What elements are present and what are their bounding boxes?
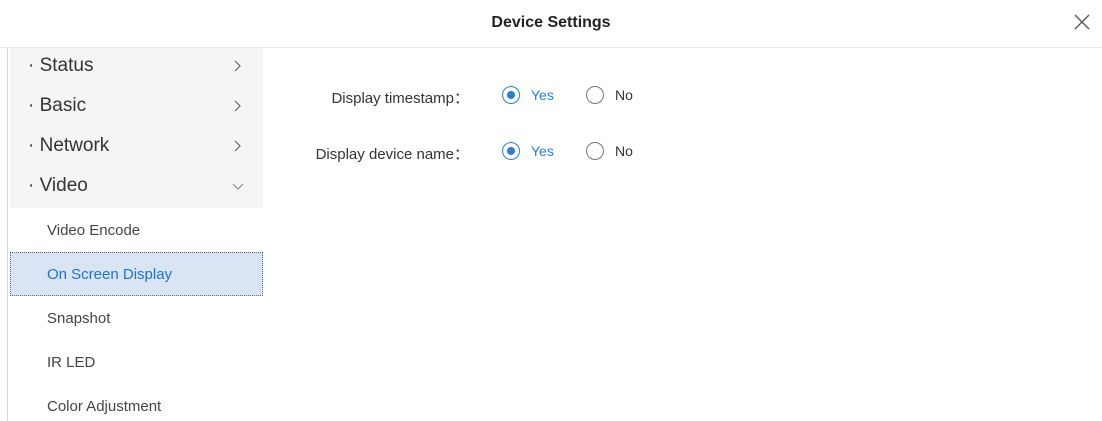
sidebar-item-label: IR LED xyxy=(47,354,96,371)
device-name-setting-row: Display device name： Yes No xyxy=(280,140,780,164)
title-bar: Device Settings xyxy=(0,0,1102,48)
radio-checked-icon xyxy=(502,142,520,160)
sidebar-item-video[interactable]: · Video xyxy=(10,168,263,208)
device-settings-dialog: Device Settings · Status · Basic · Netwo… xyxy=(0,0,1102,421)
close-icon[interactable] xyxy=(1072,12,1092,32)
sidebar-item-network[interactable]: · Network xyxy=(10,128,263,168)
sidebar-item-video-encode[interactable]: Video Encode xyxy=(10,208,263,252)
chevron-down-icon xyxy=(232,183,244,190)
chevron-right-icon xyxy=(234,140,241,152)
sidebar-item-label: · Status xyxy=(28,55,94,76)
sidebar: · Status · Basic · Network · Video Video… xyxy=(10,48,263,421)
chevron-right-icon xyxy=(234,100,241,112)
device-name-label: Display device name： xyxy=(315,146,469,163)
sidebar-item-label: · Basic xyxy=(28,95,87,116)
sidebar-item-snapshot[interactable]: Snapshot xyxy=(10,296,263,340)
sidebar-item-status[interactable]: · Status xyxy=(10,48,263,88)
sidebar-item-label: Color Adjustment xyxy=(47,398,162,415)
timestamp-label: Display timestamp： xyxy=(331,90,469,107)
radio-label: No xyxy=(615,87,633,103)
dialog-title: Device Settings xyxy=(491,14,611,31)
sidebar-item-label: Video Encode xyxy=(47,222,141,239)
chevron-right-icon xyxy=(234,60,241,72)
radio-unchecked-icon xyxy=(586,86,604,104)
video-submenu: Video Encode On Screen Display Snapshot … xyxy=(10,208,263,421)
sidebar-item-on-screen-display[interactable]: On Screen Display xyxy=(10,252,263,296)
radio-unchecked-icon xyxy=(586,142,604,160)
sidebar-item-color-adjustment[interactable]: Color Adjustment xyxy=(10,384,263,421)
sidebar-item-label: Snapshot xyxy=(47,310,111,327)
sidebar-item-ir-led[interactable]: IR LED xyxy=(10,340,263,384)
sidebar-item-label: On Screen Display xyxy=(47,266,173,283)
timestamp-setting-row: Display timestamp： Yes No xyxy=(280,84,780,108)
radio-checked-icon xyxy=(502,86,520,104)
sidebar-item-label: · Network xyxy=(28,135,110,156)
sidebar-item-label: · Video xyxy=(28,175,88,196)
radio-label: No xyxy=(615,143,633,159)
sidebar-item-basic[interactable]: · Basic xyxy=(10,88,263,128)
sidebar-divider xyxy=(7,48,8,421)
radio-label: Yes xyxy=(531,87,554,103)
radio-label: Yes xyxy=(531,143,554,159)
